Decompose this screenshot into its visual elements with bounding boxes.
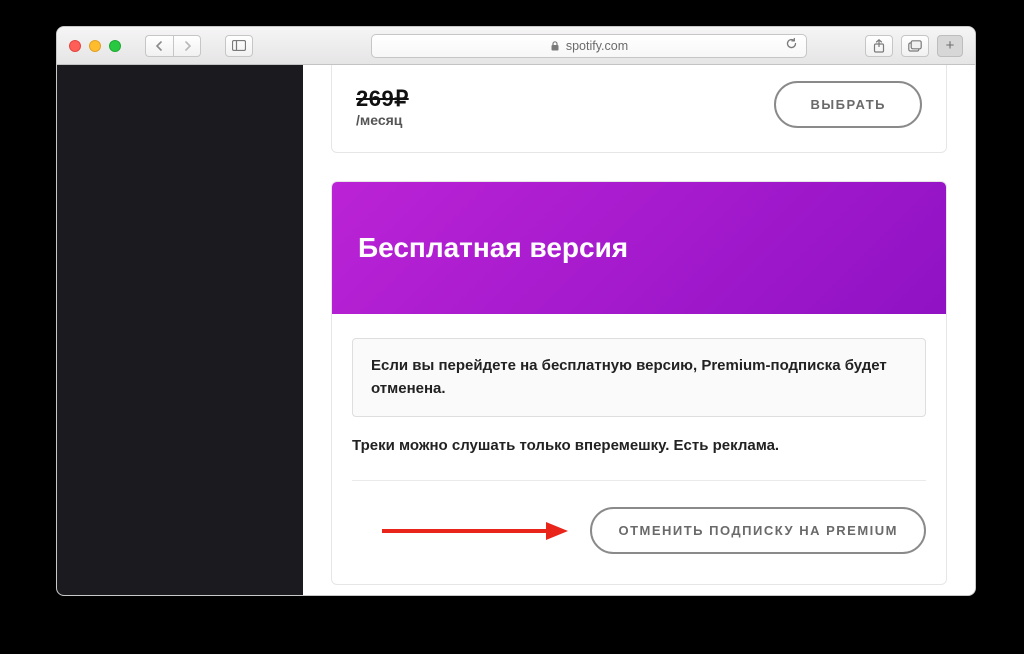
sidebar-toggle-button[interactable] (225, 35, 253, 57)
window-traffic-lights (69, 40, 121, 52)
free-plan-description: Треки можно слушать только вперемешку. Е… (352, 437, 926, 454)
free-plan-notice: Если вы перейдете на бесплатную версию, … (352, 338, 926, 417)
plan-price-per: /месяц (356, 112, 502, 128)
nav-button-group (145, 35, 201, 57)
spotify-main-content: Офлайн-режим 269₽ /месяц ВЫБРАТЬ Бесплат… (303, 65, 975, 595)
plan-price: 269₽ (356, 86, 502, 112)
safari-browser-window: spotify.com + (56, 26, 976, 596)
annotation-arrow-icon (378, 520, 568, 542)
right-toolbar-group: + (865, 35, 963, 57)
select-plan-button[interactable]: ВЫБРАТЬ (774, 81, 922, 128)
free-plan-title: Бесплатная версия (358, 232, 920, 264)
premium-plan-card: Офлайн-режим 269₽ /месяц ВЫБРАТЬ (331, 65, 947, 153)
back-button[interactable] (145, 35, 173, 57)
share-button[interactable] (865, 35, 893, 57)
cancel-premium-button[interactable]: ОТМЕНИТЬ ПОДПИСКУ НА PREMIUM (590, 507, 926, 554)
tabs-button[interactable] (901, 35, 929, 57)
free-plan-header: Бесплатная версия (332, 182, 946, 314)
url-text: spotify.com (566, 39, 628, 53)
divider (352, 480, 926, 481)
content-area: Офлайн-режим 269₽ /месяц ВЫБРАТЬ Бесплат… (57, 65, 975, 595)
minimize-window-button[interactable] (89, 40, 101, 52)
reload-icon[interactable] (785, 37, 798, 55)
new-tab-button[interactable]: + (937, 35, 963, 57)
cancel-row: ОТМЕНИТЬ ПОДПИСКУ НА PREMIUM (352, 507, 926, 554)
browser-title-bar: spotify.com + (57, 27, 975, 65)
spotify-sidebar (57, 65, 303, 595)
forward-button[interactable] (173, 35, 201, 57)
maximize-window-button[interactable] (109, 40, 121, 52)
lock-icon (550, 41, 560, 51)
url-bar[interactable]: spotify.com (371, 34, 807, 58)
free-plan-card: Бесплатная версия Если вы перейдете на б… (331, 181, 947, 585)
close-window-button[interactable] (69, 40, 81, 52)
